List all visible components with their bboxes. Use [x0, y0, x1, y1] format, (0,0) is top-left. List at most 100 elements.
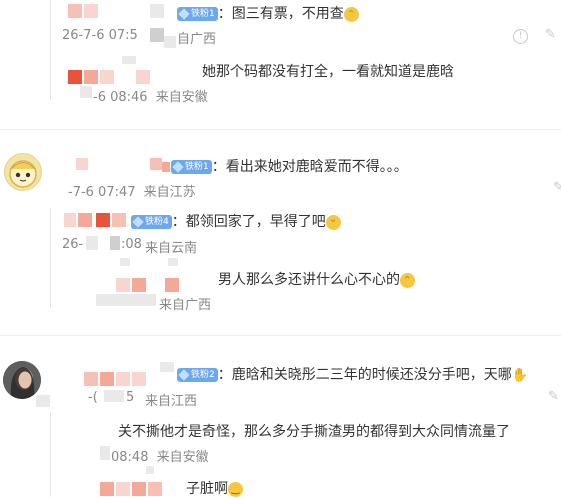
mosaic [110, 236, 120, 250]
pray-emoji-icon: ✋ [511, 368, 528, 383]
mosaic-username [76, 158, 88, 170]
comment-location: 来自江西 [145, 394, 198, 409]
mosaic [120, 258, 130, 266]
reply-time: 08:48 [111, 450, 149, 465]
comment-content: 铁粉2 ：鹿晗和关晓彤二三年的时候还没分手吧，天哪✋ [177, 364, 528, 384]
reply-content: 男人那么多还讲什么心不心的 ᵔ [218, 269, 415, 289]
diamond-icon [172, 161, 184, 173]
comment-time: 5 [126, 390, 135, 405]
diamond-icon [132, 216, 144, 228]
mosaic [164, 36, 176, 48]
reply-text: 关不撕他才是奇怪，那么多分手撕渣男的都得到大众同情流量了 [118, 424, 510, 440]
mosaic [36, 395, 50, 407]
reply-time: :08 [121, 237, 142, 252]
mosaic-username [100, 482, 114, 496]
reply-location: 来自安徽 [156, 450, 209, 465]
thread-line [50, 412, 51, 497]
mosaic [146, 466, 154, 474]
reply-text: 她那个码都没有打全，一看就知道是鹿晗 [202, 64, 454, 80]
mosaic-time [96, 294, 156, 306]
mosaic [104, 390, 124, 402]
mosaic-username [136, 70, 150, 84]
mosaic-username [132, 482, 146, 496]
mosaic [80, 86, 92, 98]
mosaic-username [64, 213, 76, 227]
reply-meta: 08:48 来自安徽 [111, 446, 209, 465]
mosaic-username [132, 278, 146, 292]
avatar[interactable] [4, 153, 42, 191]
badge-label: 铁粉1 [191, 9, 215, 19]
diamond-icon [178, 8, 190, 20]
separator [0, 129, 561, 130]
thread-line [50, 208, 51, 308]
mosaic-username [165, 278, 179, 292]
reply-meta: -6 08:46 来自安徽 [93, 86, 208, 105]
badge-label: 铁粉2 [191, 370, 215, 380]
reply-text: ：都领回家了，早得了吧 [171, 214, 326, 230]
thread-line [50, 0, 51, 100]
mosaic [160, 362, 174, 372]
reply-text: ：图三有票，不用查 [217, 6, 344, 22]
mosaic-username [116, 482, 130, 496]
separator [0, 335, 561, 336]
mosaic-username [116, 372, 130, 386]
comment-time: -( [88, 390, 98, 405]
reply-time: 26- [62, 237, 84, 252]
reply-location: 自广西 [177, 32, 217, 47]
mosaic-username [96, 213, 110, 227]
mosaic [150, 28, 164, 42]
comment-meta: -7-6 07:47 来自江苏 [68, 181, 196, 200]
mosaic-username [112, 213, 126, 227]
mosaic [100, 446, 110, 460]
badge-label: 铁粉4 [145, 217, 169, 227]
reply-content: 铁粉4 ：都领回家了，早得了吧 ᵕ [131, 211, 341, 231]
reply-content: 铁粉1 ：图三有票，不用查 ᵔ [177, 3, 359, 23]
avatar[interactable] [3, 361, 41, 399]
mosaic-username [84, 372, 98, 386]
mosaic-username [84, 4, 98, 18]
fan-badge[interactable]: 铁粉2 [177, 368, 218, 382]
comment-text: ：鹿晗和关晓彤二三年的时候还没分手吧，天哪 [217, 367, 512, 383]
info-circle-icon[interactable]: ! [513, 29, 528, 44]
avatar-illustration [9, 160, 37, 188]
reply-location: 来自云南 [145, 241, 198, 256]
mosaic-username [162, 162, 170, 172]
reply-meta: 26-7-6 07:5 [62, 28, 138, 43]
mosaic-username [132, 372, 146, 386]
mosaic-username [100, 70, 114, 84]
smile-emoji-icon: ‿ [228, 481, 243, 497]
mosaic-username [100, 372, 114, 386]
reply-text: 男人那么多还讲什么心不心的 [218, 272, 400, 288]
mosaic-username [148, 482, 162, 496]
mosaic-username [150, 4, 164, 18]
comment-location: 来自江苏 [143, 185, 196, 200]
cat-emoji-icon: ᵔ [400, 272, 415, 288]
mosaic [168, 258, 178, 266]
mosaic [86, 236, 98, 250]
mosaic-username [68, 4, 82, 18]
badge-label: 铁粉1 [185, 162, 209, 172]
grin-emoji-icon: ᵕ [325, 214, 341, 230]
mosaic-username [68, 70, 82, 84]
fan-badge[interactable]: 铁粉1 [171, 160, 212, 174]
avatar-photo [3, 361, 41, 399]
reply-time: -6 08:46 [93, 90, 148, 105]
diamond-icon [178, 369, 190, 381]
mosaic-username [84, 70, 98, 84]
reply-time: 26-7-6 07:5 [62, 28, 138, 43]
cat-emoji-icon: ᵔ [343, 6, 359, 22]
edit-icon[interactable]: ✎ [553, 180, 561, 195]
comment-text: ：看出来她对鹿晗爱而不得。。。 [211, 159, 408, 175]
reply-text: 子脏啊 [186, 481, 228, 497]
reply-location: 来自安徽 [155, 90, 208, 105]
mosaic [122, 56, 136, 64]
mosaic-username [116, 278, 130, 292]
fan-badge[interactable]: 铁粉1 [177, 7, 218, 21]
edit-icon[interactable]: ✎ [548, 389, 559, 404]
fan-badge[interactable]: 铁粉4 [131, 215, 172, 229]
edit-icon[interactable]: ✎ [545, 27, 556, 42]
reply-location: 来自广西 [159, 298, 212, 313]
mosaic-username [150, 158, 162, 170]
comment-time: -7-6 07:47 [68, 185, 136, 200]
comment-content: 铁粉1 ：看出来她对鹿晗爱而不得。。。 [171, 156, 408, 176]
